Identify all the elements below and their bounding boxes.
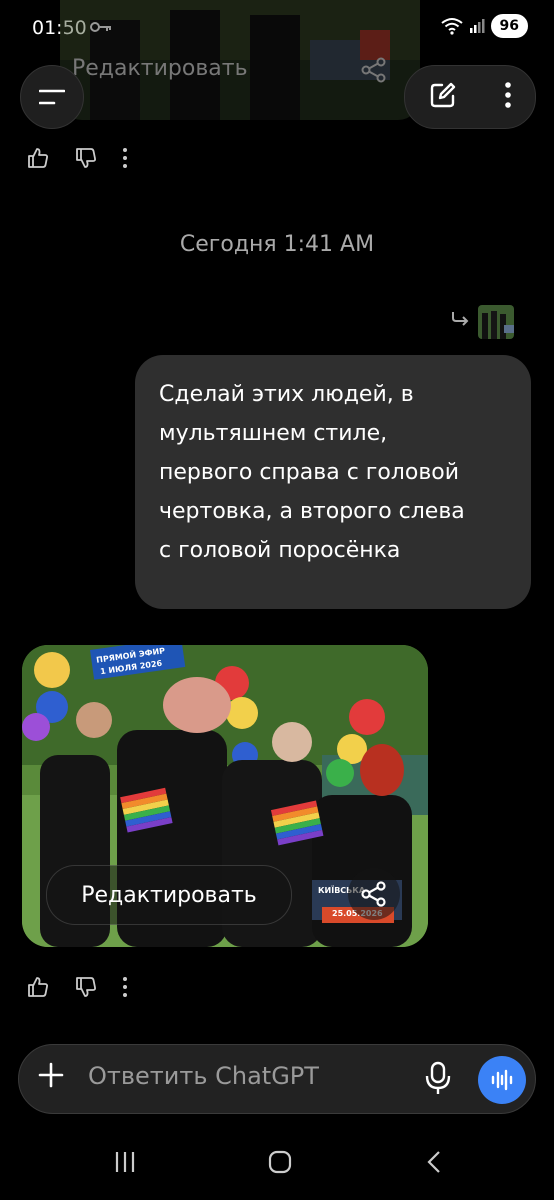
menu-icon (39, 89, 65, 105)
feedback-row-1 (26, 146, 128, 174)
microphone-icon (425, 1061, 451, 1094)
message-line: первого справа с головой (159, 460, 460, 485)
thumbs-down-icon (76, 148, 96, 168)
back-button[interactable] (426, 1150, 442, 1178)
feedback-row-2 (26, 975, 128, 1003)
waveform-icon (491, 1069, 513, 1091)
battery-indicator: 96 (490, 14, 528, 38)
new-chat-button[interactable] (428, 80, 458, 114)
home-icon (268, 1150, 292, 1174)
message-line: чертовка, а второго слева (159, 499, 465, 524)
date-separator: Сегодня 1:41 AM (179, 232, 375, 257)
thumbs-down-button[interactable] (74, 146, 98, 174)
thumbs-up-icon (28, 977, 48, 997)
status-icons: 96 (440, 14, 528, 38)
more-options-button[interactable] (122, 147, 128, 173)
thumbs-down-button[interactable] (74, 975, 98, 1003)
menu-button[interactable] (20, 65, 84, 129)
more-options-button[interactable] (122, 976, 128, 1002)
plus-icon (38, 1062, 64, 1088)
edit-image-button[interactable]: Редактировать (46, 865, 292, 925)
thumbs-up-icon (28, 148, 48, 168)
edit-icon (430, 82, 456, 108)
composer-input[interactable]: Ответить ChatGPT (88, 1062, 319, 1090)
more-vertical-icon (123, 977, 127, 997)
more-vertical-icon (505, 82, 511, 108)
user-message-bubble: Сделай этих людей, в мультяшнем стиле, п… (135, 355, 531, 609)
attached-image-thumbnail[interactable] (478, 305, 514, 339)
header-actions (404, 65, 536, 129)
thumbs-up-button[interactable] (26, 975, 50, 1003)
thumbs-up-button[interactable] (26, 146, 50, 174)
more-vertical-icon (123, 148, 127, 168)
signal-icon (469, 19, 485, 33)
voice-mode-button[interactable] (478, 1056, 526, 1104)
previous-edit-label[interactable]: Редактировать (72, 56, 248, 81)
add-attachment-button[interactable] (36, 1060, 66, 1094)
previous-share-icon[interactable] (360, 56, 388, 88)
message-line: мультяшнем стиле, (159, 421, 388, 446)
microphone-button[interactable] (424, 1060, 452, 1100)
more-options-button[interactable] (504, 81, 512, 113)
back-icon (427, 1151, 440, 1173)
reply-arrow-icon (450, 310, 470, 330)
wifi-icon (440, 18, 463, 35)
message-line: с головой поросёнка (159, 538, 401, 563)
recent-apps-button[interactable] (114, 1150, 136, 1178)
home-button[interactable] (268, 1150, 292, 1178)
share-button[interactable] (348, 868, 400, 920)
thumbs-down-icon (76, 977, 96, 997)
share-icon (361, 881, 386, 907)
recent-apps-icon (115, 1152, 135, 1172)
message-line: Сделай этих людей, в (159, 382, 414, 407)
